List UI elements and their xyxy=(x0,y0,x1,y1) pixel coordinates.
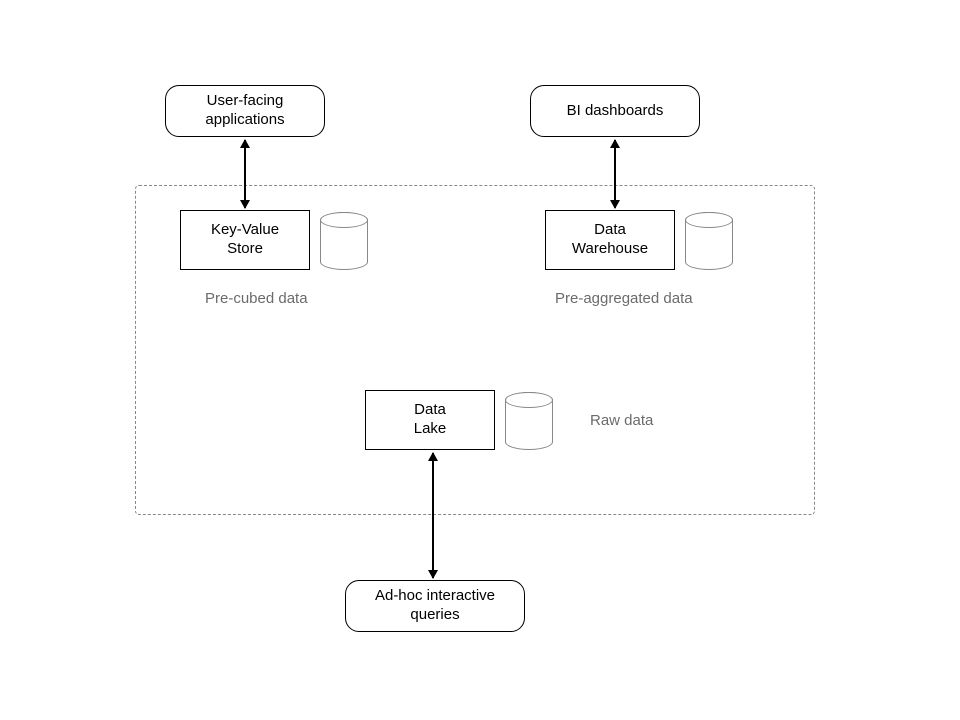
node-label: Data xyxy=(594,221,626,238)
node-label: Warehouse xyxy=(572,240,648,257)
node-adhoc-queries: Ad-hoc interactive queries xyxy=(345,580,525,632)
node-data-lake: Data Lake xyxy=(365,390,495,450)
caption-precubed-data: Pre-cubed data xyxy=(205,290,308,307)
node-label: Data xyxy=(414,401,446,418)
connector-user-apps-to-kv-store xyxy=(244,140,246,208)
node-label: Store xyxy=(227,240,263,257)
node-label: queries xyxy=(410,606,459,623)
node-label: Lake xyxy=(414,420,447,437)
database-icon xyxy=(505,392,553,450)
node-key-value-store: Key-Value Store xyxy=(180,210,310,270)
node-label: Key-Value xyxy=(211,221,279,238)
node-bi-dashboards: BI dashboards xyxy=(530,85,700,137)
diagram-canvas: User-facing applications BI dashboards K… xyxy=(0,0,960,720)
database-icon xyxy=(685,212,733,270)
caption-raw-data: Raw data xyxy=(590,412,653,429)
database-icon xyxy=(320,212,368,270)
connector-bi-to-data-warehouse xyxy=(614,140,616,208)
node-user-facing-applications: User-facing applications xyxy=(165,85,325,137)
node-data-warehouse: Data Warehouse xyxy=(545,210,675,270)
node-label: User-facing xyxy=(207,92,284,109)
connector-data-lake-to-adhoc xyxy=(432,453,434,578)
node-label: BI dashboards xyxy=(567,102,664,121)
caption-preaggregated-data: Pre-aggregated data xyxy=(555,290,693,307)
node-label: Ad-hoc interactive xyxy=(375,587,495,604)
node-label: applications xyxy=(205,111,284,128)
